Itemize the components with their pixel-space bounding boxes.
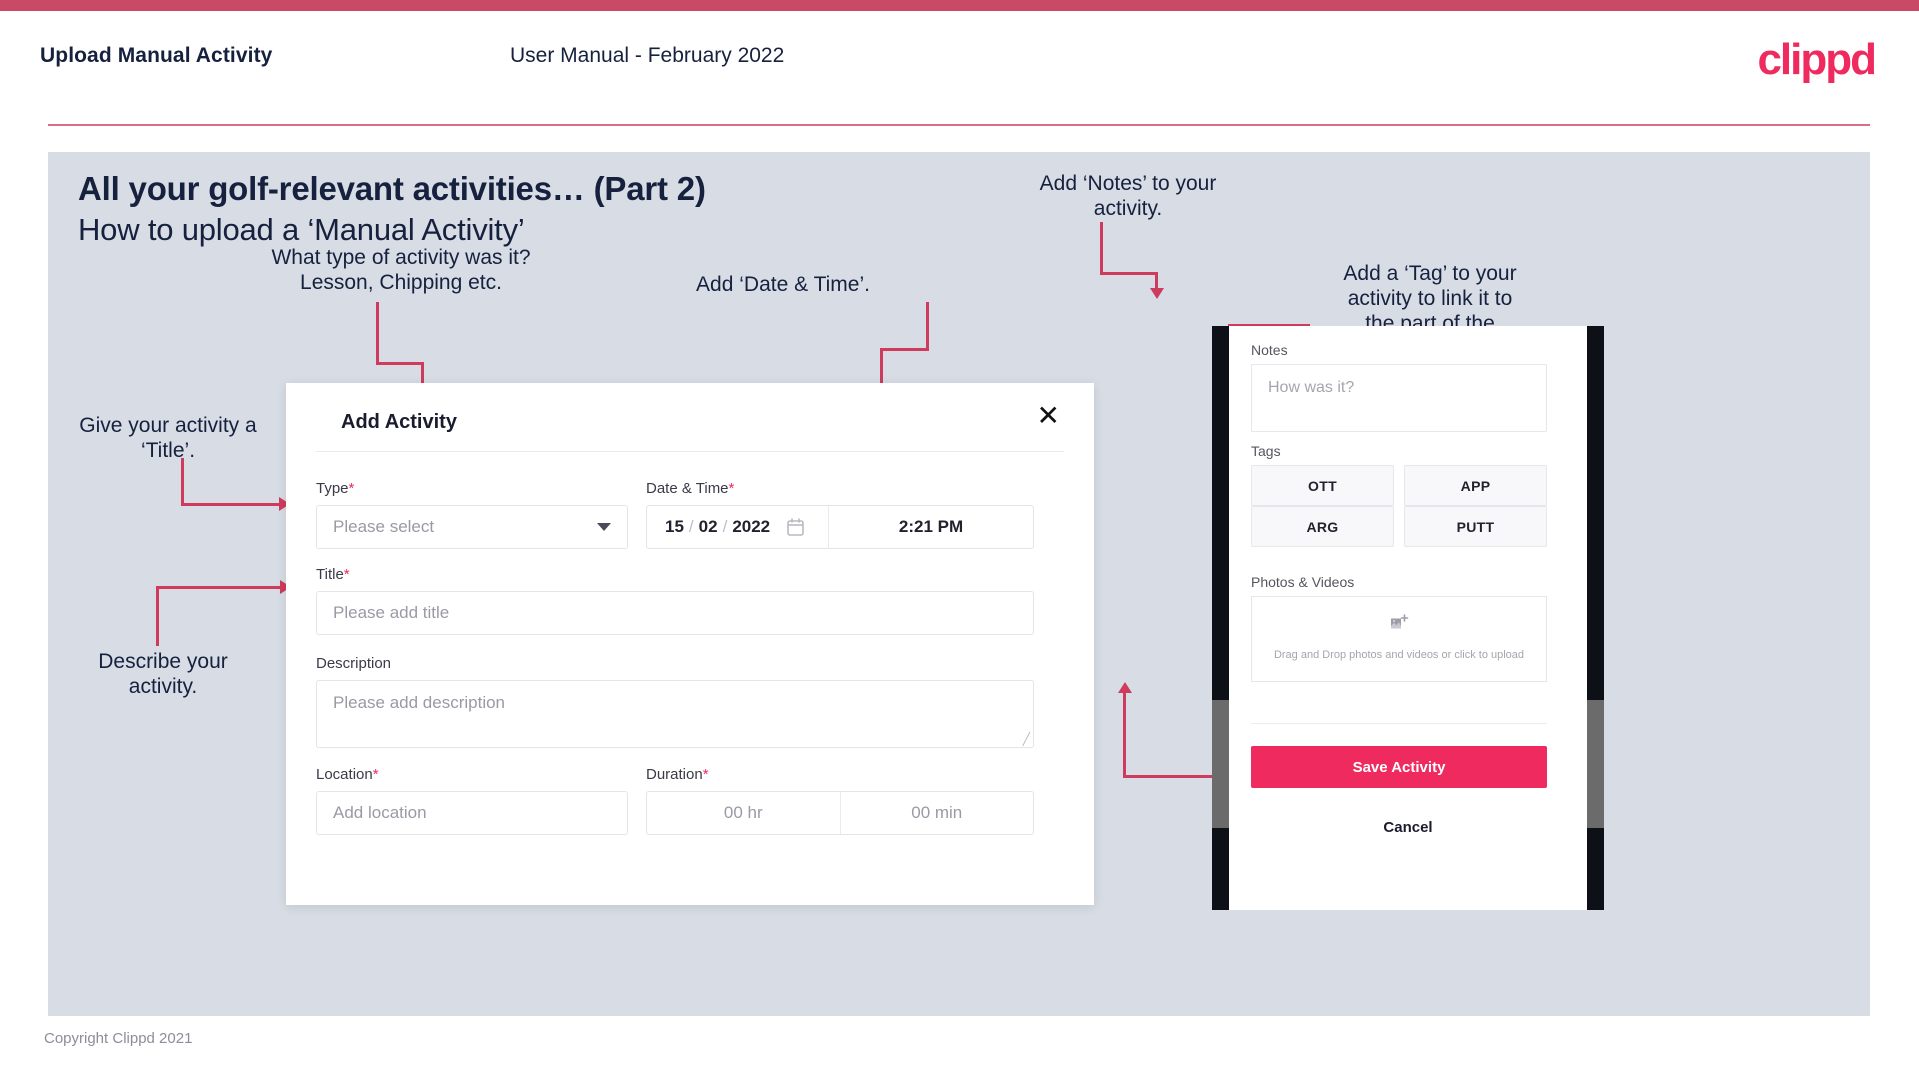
leader-type-h: [376, 362, 424, 365]
description-label-text: Description: [316, 655, 392, 672]
duration-group: 00 hr 00 min: [646, 791, 1034, 835]
location-input[interactable]: Add location: [316, 791, 628, 835]
tag-arg-label: ARG: [1306, 518, 1339, 535]
add-activity-dialog: Add Activity ✕ Type* Please select Date …: [286, 383, 1094, 905]
duration-label: Duration*: [646, 766, 709, 783]
title-label: Title*: [316, 566, 350, 583]
tag-putt-label: PUTT: [1456, 518, 1495, 535]
phone-scrollbar-left[interactable]: [1212, 700, 1229, 828]
page-title: Upload Manual Activity: [40, 44, 273, 67]
tags-label: Tags: [1251, 443, 1281, 459]
phone-mockup: Notes How was it? Tags OTT APP ARG PUTT …: [1212, 326, 1604, 910]
date-sep-2: /: [722, 517, 728, 536]
notes-textarea[interactable]: How was it?: [1251, 364, 1547, 432]
tag-ott[interactable]: OTT: [1251, 465, 1394, 506]
phone-screen: Notes How was it? Tags OTT APP ARG PUTT …: [1229, 326, 1587, 910]
datetime-required-marker: *: [728, 480, 735, 497]
duration-minutes-value: 00 min: [911, 803, 963, 822]
cancel-button[interactable]: Cancel: [1229, 819, 1587, 836]
duration-hours-value: 00 hr: [723, 803, 763, 822]
duration-hours-input[interactable]: 00 hr: [647, 792, 840, 834]
media-label: Photos & Videos: [1251, 574, 1355, 590]
tag-ott-label: OTT: [1308, 477, 1337, 494]
location-label-text: Location: [316, 766, 373, 783]
leader-save-v: [1123, 692, 1126, 778]
datetime-label-text: Date & Time: [646, 480, 729, 497]
title-input[interactable]: Please add title: [316, 591, 1034, 635]
leader-dt-v1: [926, 302, 929, 350]
resize-handle-icon[interactable]: ╱: [1023, 733, 1030, 745]
leader-notes-v1: [1100, 222, 1103, 275]
type-required-marker: *: [348, 480, 355, 497]
copyright-text: Copyright Clippd 2021: [44, 1030, 193, 1047]
tag-arg[interactable]: ARG: [1251, 506, 1394, 547]
phone-divider: [1251, 723, 1547, 724]
date-day: 15: [665, 517, 684, 536]
notes-placeholder: How was it?: [1268, 379, 1355, 396]
close-icon[interactable]: ✕: [1037, 402, 1060, 430]
annotation-title-field: Give your activity a ‘Title’.: [79, 414, 257, 462]
leader-notes-arrow: [1150, 288, 1164, 299]
type-label-text: Type: [316, 480, 349, 497]
title-label-text: Title: [316, 566, 344, 583]
leader-dt-h: [880, 348, 929, 351]
leader-save-arrow: [1118, 682, 1132, 693]
title-required-marker: *: [343, 566, 350, 583]
time-input[interactable]: 2:21 PM: [829, 506, 1033, 548]
date-year: 2022: [732, 517, 771, 536]
date-month: 02: [698, 517, 718, 536]
annotation-type: What type of activity was it? Lesson, Ch…: [271, 246, 531, 294]
save-activity-button[interactable]: Save Activity: [1251, 746, 1547, 788]
annotation-description: Describe your activity.: [98, 650, 228, 698]
notes-label: Notes: [1251, 342, 1288, 358]
description-textarea[interactable]: Please add description ╱: [316, 680, 1034, 748]
media-dropzone[interactable]: Drag and Drop photos and videos or click…: [1251, 596, 1547, 682]
add-image-icon: [1389, 614, 1410, 638]
type-placeholder: Please select: [333, 517, 435, 536]
type-label: Type*: [316, 480, 354, 497]
annotation-datetime: Add ‘Date & Time’.: [696, 273, 870, 296]
leader-title-v: [181, 458, 184, 506]
location-label: Location*: [316, 766, 379, 783]
phone-scrollbar-right[interactable]: [1587, 700, 1604, 828]
clippd-logo: clippd: [1757, 35, 1877, 84]
type-select[interactable]: Please select: [316, 505, 628, 549]
tag-putt[interactable]: PUTT: [1404, 506, 1547, 547]
tag-app-label: APP: [1460, 477, 1491, 494]
media-dropzone-text: Drag and Drop photos and videos or click…: [1273, 649, 1525, 662]
date-sep-1: /: [688, 517, 694, 536]
leader-title-h: [181, 503, 281, 506]
location-placeholder: Add location: [333, 803, 427, 822]
dialog-title: Add Activity: [341, 411, 457, 433]
leader-type-v1: [376, 302, 379, 364]
header-divider: [48, 124, 1870, 126]
annotation-notes: Add ‘Notes’ to your activity.: [1039, 172, 1217, 220]
location-required-marker: *: [372, 766, 379, 783]
description-label: Description: [316, 655, 391, 672]
leader-desc-h: [156, 586, 282, 589]
duration-label-text: Duration: [646, 766, 703, 783]
datetime-group: 15 / 02 / 2022 2:21 PM: [646, 505, 1034, 549]
chevron-down-icon: [597, 523, 611, 531]
slide-page: Upload Manual Activity User Manual - Feb…: [0, 0, 1919, 1079]
slide-subheading: How to upload a ‘Manual Activity’: [78, 212, 525, 247]
slide-heading: All your golf-relevant activities… (Part…: [78, 170, 706, 207]
description-placeholder: Please add description: [333, 693, 506, 712]
date-input[interactable]: 15 / 02 / 2022: [647, 506, 829, 548]
dialog-divider: [316, 451, 1064, 452]
time-value: 2:21 PM: [898, 517, 964, 536]
leader-desc-v: [156, 586, 159, 646]
top-accent-bar: [0, 0, 1919, 11]
leader-notes-h: [1100, 272, 1158, 275]
tag-app[interactable]: APP: [1404, 465, 1547, 506]
duration-minutes-input[interactable]: 00 min: [839, 792, 1034, 834]
duration-required-marker: *: [702, 766, 709, 783]
title-placeholder: Please add title: [333, 603, 450, 622]
document-subtitle: User Manual - February 2022: [510, 44, 785, 67]
calendar-icon[interactable]: [787, 518, 804, 536]
datetime-label: Date & Time*: [646, 480, 734, 497]
save-activity-label: Save Activity: [1352, 758, 1446, 776]
